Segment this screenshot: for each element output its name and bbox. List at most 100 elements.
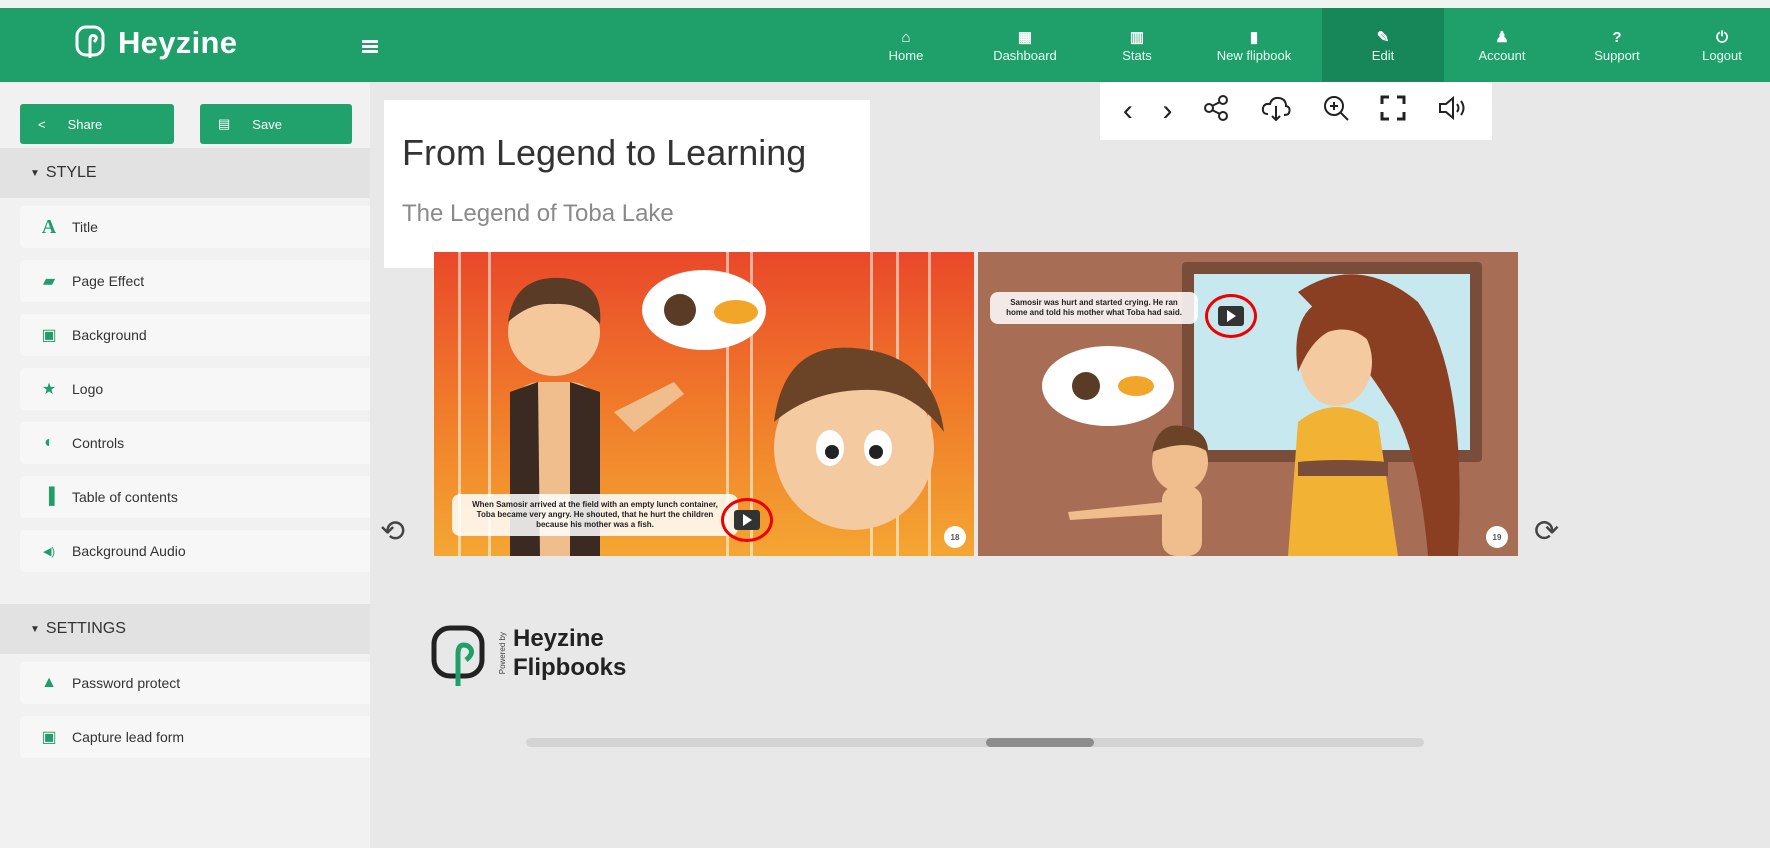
style-heading: STYLE (45, 164, 97, 181)
editor-sidebar: < Share ▤ Save ▼ STYLE A Title ▰ Page Ef… (0, 82, 382, 848)
zoom-in-icon[interactable] (1322, 94, 1350, 128)
highlight-circle (721, 498, 773, 542)
footer-brand-line2: Flipbooks (513, 654, 627, 681)
left-page-caption: When Samosir arrived at the field with a… (452, 494, 738, 536)
brand-name: Heyzine (118, 25, 238, 60)
previous-page-icon[interactable]: ‹ (1123, 96, 1133, 126)
nav-label: New flipbook (1216, 47, 1292, 63)
caret-down-icon: ▼ (30, 167, 40, 179)
sound-icon[interactable] (1437, 94, 1469, 128)
power-icon: ⏻ (1716, 28, 1728, 46)
nav-label: Support (1594, 47, 1640, 63)
sidebar-item-logo[interactable]: ★ Logo (20, 368, 382, 410)
sidebar-item-controls[interactable]: ◐ Controls (20, 422, 382, 464)
image-icon: ▣ (41, 327, 57, 344)
sidebar-item-background[interactable]: ▣ Background (20, 314, 382, 356)
brand[interactable]: Heyzine (74, 24, 237, 62)
top-navigation-bar: Heyzine ⌂ Home ▦ Dashboard ▥ Stats ▮ New fli… (0, 0, 1770, 82)
page-number: 18 (944, 526, 966, 548)
viewer-toolbar: ‹ › (1100, 82, 1492, 140)
sidebar-item-label: Controls (72, 435, 125, 451)
user-icon: ♟ (1495, 28, 1509, 46)
powered-by-heyzine[interactable]: Powered by Heyzine Flipbooks (430, 620, 626, 686)
sidebar-item-page-effect[interactable]: ▰ Page Effect (20, 260, 382, 302)
sidebar-item-table-of-contents[interactable]: ▐ Table of contents (20, 476, 382, 518)
sidebar-item-password-protect[interactable]: ▲ Password protect (20, 662, 382, 704)
heyzine-logo-icon (75, 25, 105, 58)
nav-logout[interactable]: ⏻ Logout (1674, 8, 1770, 82)
share-icon: < (38, 116, 46, 132)
page-number: 19 (1486, 526, 1508, 548)
toggle-icon: ◐ (44, 434, 54, 451)
nav-label: Stats (1122, 47, 1152, 63)
sidebar-item-label: Page Effect (72, 273, 145, 289)
lock-icon: ▲ (41, 674, 57, 691)
heyzine-flipbooks-logo-icon (431, 625, 485, 686)
caret-down-icon: ▼ (30, 623, 40, 635)
next-page-icon[interactable]: › (1163, 96, 1173, 126)
dashboard-icon: ▦ (1017, 28, 1033, 46)
nav-label: Edit (1371, 47, 1395, 63)
page-left[interactable]: When Samosir arrived at the field with a… (434, 252, 974, 556)
question-icon: ? (1612, 28, 1622, 46)
save-icon: ▤ (218, 116, 231, 131)
sidebar-item-background-audio[interactable]: ◀) Background Audio (20, 530, 382, 572)
star-icon: ★ (41, 381, 57, 398)
nav-label: Account (1478, 47, 1526, 63)
nav-support[interactable]: ? Support (1560, 8, 1674, 82)
flipbook-spread[interactable]: When Samosir arrived at the field with a… (434, 252, 1518, 556)
share-button[interactable]: < Share (20, 104, 174, 144)
form-icon: ▣ (41, 729, 57, 746)
speaker-icon: ◀) (42, 545, 56, 558)
menu-toggle-icon[interactable] (362, 40, 378, 54)
page-right[interactable]: Samosir was hurt and started crying. He … (978, 252, 1518, 556)
sidebar-item-label: Logo (72, 381, 104, 397)
horizontal-scrollbar[interactable] (526, 738, 1424, 747)
new-file-icon: ▮ (1249, 28, 1259, 46)
scrollbar-thumb[interactable] (986, 738, 1094, 747)
footer-brand-line1: Heyzine (513, 625, 604, 652)
nav-stats[interactable]: ▥ Stats (1088, 8, 1186, 82)
settings-section-header[interactable]: ▼ SETTINGS (0, 604, 370, 654)
nav-label: Logout (1702, 47, 1742, 63)
style-section-header[interactable]: ▼ STYLE (0, 148, 370, 198)
sidebar-item-label: Title (72, 219, 98, 235)
sidebar-item-label: Password protect (72, 675, 181, 691)
nav-edit[interactable]: ✎ Edit (1322, 8, 1444, 82)
stats-icon: ▥ (1129, 28, 1145, 46)
save-button[interactable]: ▤ Save (200, 104, 352, 144)
flipbook-subtitle[interactable]: The Legend of Toba Lake (402, 200, 674, 228)
pencil-icon: ✎ (1376, 28, 1390, 46)
nav-label: Home (888, 47, 924, 63)
highlight-circle (1205, 294, 1257, 338)
turn-page-back-icon[interactable]: ⟲ (380, 514, 405, 549)
share-label: Share (67, 116, 103, 132)
sidebar-item-title[interactable]: A Title (20, 206, 382, 248)
sidebar-item-label: Capture lead form (72, 729, 185, 745)
sidebar-item-label: Background Audio (72, 543, 186, 559)
turn-page-forward-icon[interactable]: ⟳ (1534, 514, 1559, 549)
nav-dashboard[interactable]: ▦ Dashboard (962, 8, 1088, 82)
sidebar-item-capture-lead-form[interactable]: ▣ Capture lead form (20, 716, 382, 758)
powered-by-label: Powered by (498, 631, 507, 675)
right-page-caption: Samosir was hurt and started crying. He … (990, 292, 1198, 324)
download-cloud-icon[interactable] (1260, 94, 1292, 128)
nav-home[interactable]: ⌂ Home (850, 8, 962, 82)
nav-new-flipbook[interactable]: ▮ New flipbook (1186, 8, 1322, 82)
title-card: From Legend to Learning The Legend of To… (384, 100, 870, 268)
nav-account[interactable]: ♟ Account (1444, 8, 1560, 82)
nav-label: Dashboard (993, 47, 1057, 63)
fullscreen-icon[interactable] (1379, 94, 1407, 128)
title-icon: A (41, 215, 57, 238)
sidebar-item-label: Table of contents (72, 489, 178, 505)
sidebar-item-label: Background (72, 327, 147, 343)
bookmark-icon: ▐ (43, 488, 55, 505)
main-nav: ⌂ Home ▦ Dashboard ▥ Stats ▮ New flipbook ✎ E… (850, 8, 1770, 82)
settings-heading: SETTINGS (45, 620, 126, 637)
book-icon: ▰ (42, 273, 56, 290)
flipbook-preview: From Legend to Learning The Legend of To… (370, 82, 1770, 848)
share-icon[interactable] (1202, 94, 1230, 128)
home-icon: ⌂ (901, 28, 911, 46)
flipbook-title[interactable]: From Legend to Learning (402, 132, 806, 174)
save-label: Save (252, 116, 282, 132)
